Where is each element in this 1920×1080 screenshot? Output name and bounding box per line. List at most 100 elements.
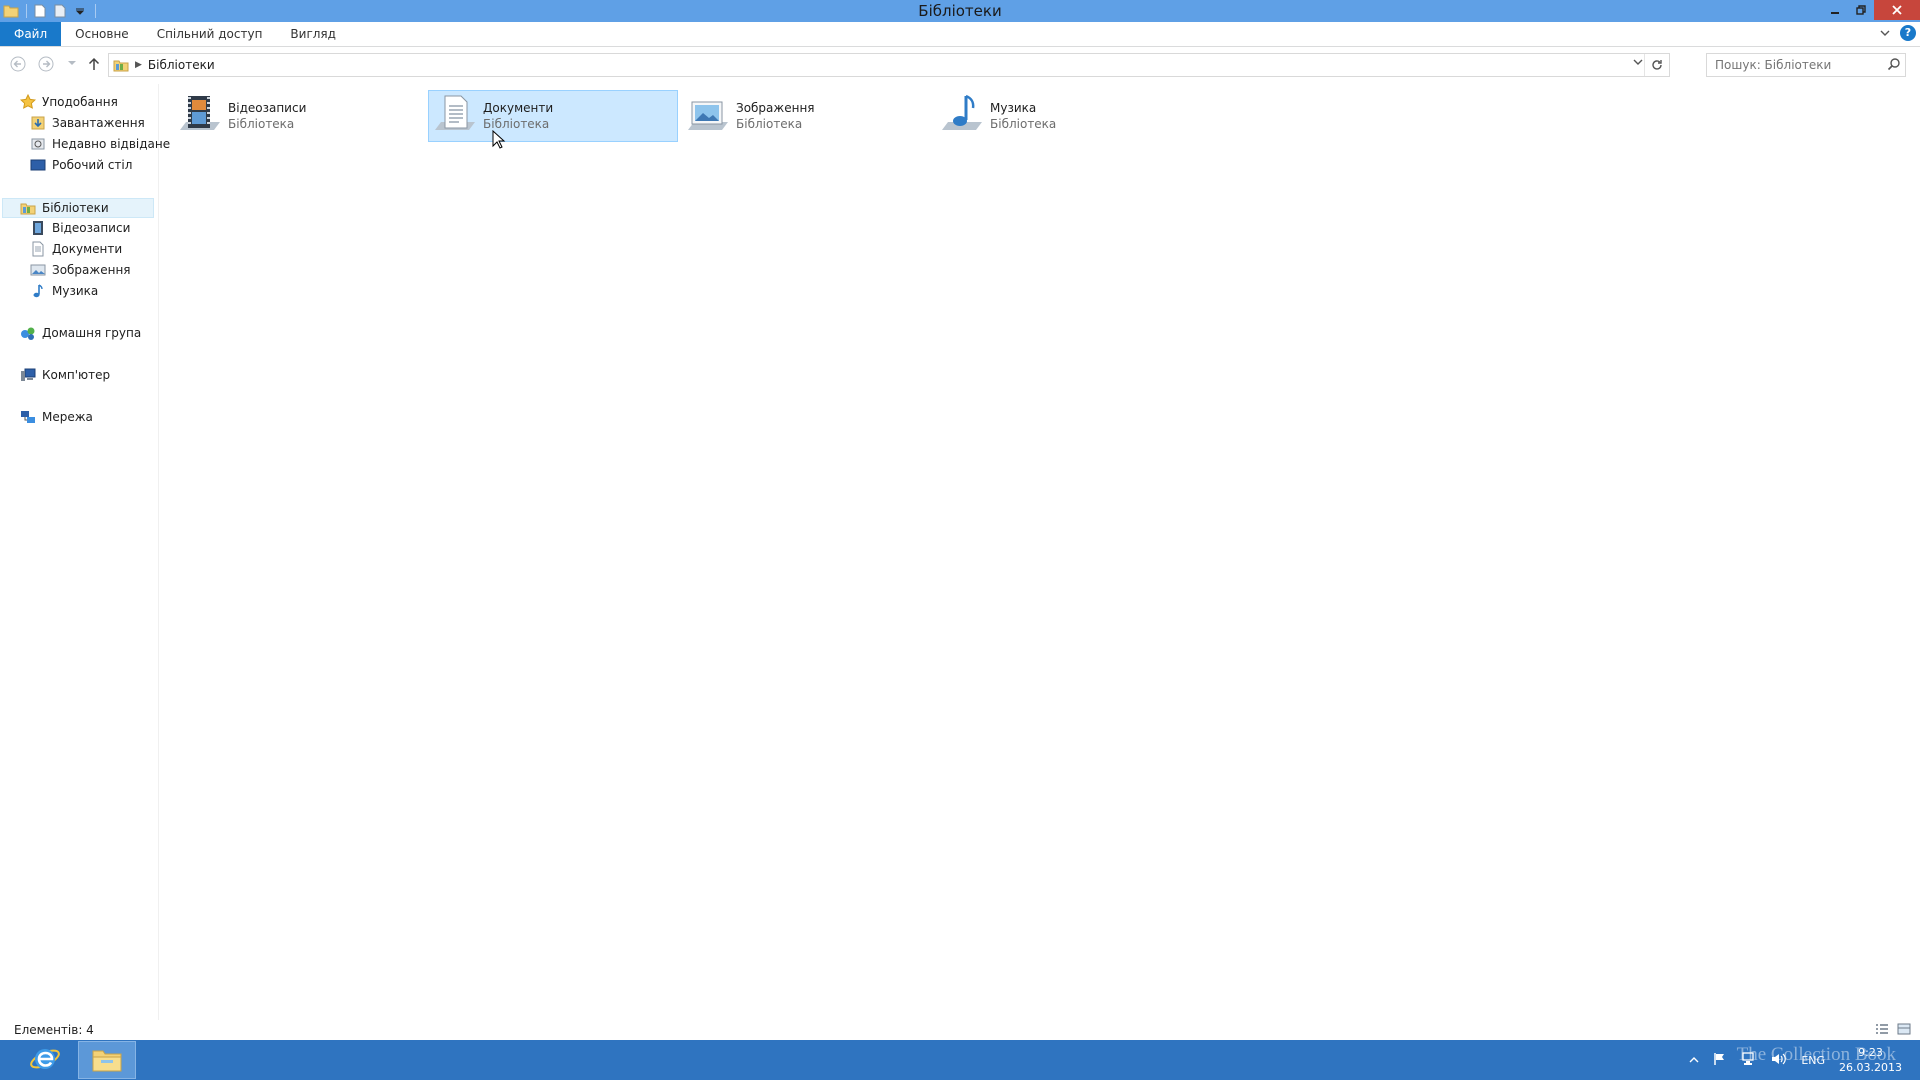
- file-explorer-icon: [91, 1045, 123, 1076]
- library-type: Бібліотека: [228, 117, 295, 131]
- view-switcher: [1874, 1022, 1912, 1036]
- nav-desktop-label: Робочий стіл: [52, 158, 133, 172]
- star-icon: [20, 94, 36, 110]
- videos-library-icon: [174, 90, 226, 142]
- library-tile-documents[interactable]: Документи Бібліотека: [428, 90, 678, 142]
- taskbar-file-explorer[interactable]: [78, 1041, 136, 1079]
- tab-share[interactable]: Спільний доступ: [143, 22, 277, 46]
- nav-network[interactable]: Мережа: [20, 407, 93, 427]
- details-view-icon[interactable]: [1874, 1022, 1890, 1036]
- nav-recent-places[interactable]: Недавно відвідане: [30, 134, 170, 154]
- pictures-icon: [30, 262, 46, 278]
- status-bar: Елементів: 4: [0, 1020, 1920, 1040]
- pictures-library-icon: [682, 90, 734, 142]
- nav-libraries[interactable]: Бібліотеки: [2, 198, 154, 218]
- libraries-icon: [113, 58, 129, 72]
- up-button[interactable]: [84, 54, 104, 74]
- nav-desktop[interactable]: Робочий стіл: [30, 155, 132, 175]
- large-icons-view-icon[interactable]: [1896, 1022, 1912, 1036]
- taskbar-internet-explorer[interactable]: [16, 1041, 74, 1079]
- window-controls: [1822, 0, 1920, 20]
- navigation-row: ▶ Бібліотеки: [0, 50, 1920, 78]
- nav-documents-label: Документи: [52, 242, 123, 256]
- library-name: Зображення: [736, 101, 815, 115]
- downloads-icon: [30, 115, 46, 131]
- library-type: Бібліотека: [990, 117, 1057, 131]
- system-tray: ENG 9:23 26.03.2013: [1689, 1040, 1902, 1080]
- search-icon[interactable]: [1887, 57, 1901, 74]
- nav-recent-places-label: Недавно відвідане: [52, 137, 171, 151]
- nav-documents[interactable]: Документи: [30, 239, 122, 259]
- tab-view[interactable]: Вигляд: [276, 22, 350, 46]
- search-input[interactable]: [1713, 54, 1887, 76]
- input-language-indicator[interactable]: ENG: [1801, 1054, 1825, 1067]
- tab-file[interactable]: Файл: [0, 22, 62, 46]
- library-tile-pictures[interactable]: Зображення Бібліотека: [682, 90, 932, 142]
- breadcrumb-libraries[interactable]: Бібліотеки: [148, 58, 215, 72]
- clock-time: 9:23: [1858, 1046, 1883, 1059]
- window-title: Бібліотеки: [918, 2, 1002, 20]
- network-tray-icon[interactable]: [1741, 1051, 1757, 1069]
- nav-pictures[interactable]: Зображення: [30, 260, 131, 280]
- file-list: Відеозаписи Бібліотека Документи Бібліот…: [160, 84, 1920, 1020]
- title-bar: Бібліотеки: [0, 0, 1920, 22]
- restore-button[interactable]: [1848, 0, 1874, 20]
- item-count: Елементів: 4: [14, 1023, 94, 1037]
- music-icon: [30, 283, 46, 299]
- recent-places-icon: [30, 136, 46, 152]
- address-history-icon[interactable]: [1633, 58, 1643, 69]
- close-button[interactable]: [1874, 0, 1920, 20]
- library-type: Бібліотека: [736, 117, 803, 131]
- library-name: Документи: [483, 101, 554, 115]
- action-center-flag-icon[interactable]: [1713, 1052, 1727, 1069]
- expand-ribbon-icon[interactable]: [1880, 26, 1890, 40]
- nav-music[interactable]: Музика: [30, 281, 98, 301]
- customize-toolbar-icon[interactable]: [71, 2, 89, 20]
- help-icon[interactable]: ?: [1900, 25, 1916, 41]
- new-folder-icon[interactable]: [51, 2, 69, 20]
- nav-homegroup[interactable]: Домашня група: [20, 323, 141, 343]
- volume-icon[interactable]: [1771, 1052, 1787, 1069]
- folder-icon[interactable]: [2, 2, 20, 20]
- ribbon-tab-bar: Файл Основне Спільний доступ Вигляд ?: [0, 22, 1920, 47]
- nav-homegroup-label: Домашня група: [42, 326, 142, 340]
- nav-libraries-label: Бібліотеки: [42, 201, 109, 215]
- nav-music-label: Музика: [52, 284, 99, 298]
- library-name: Музика: [990, 101, 1037, 115]
- documents-icon: [30, 241, 46, 257]
- library-tile-videos[interactable]: Відеозаписи Бібліотека: [174, 90, 424, 142]
- minimize-button[interactable]: [1822, 0, 1848, 20]
- libraries-icon: [20, 200, 36, 216]
- nav-computer[interactable]: Комп'ютер: [20, 365, 110, 385]
- show-hidden-icons-icon[interactable]: [1689, 1053, 1699, 1067]
- library-tile-music[interactable]: Музика Бібліотека: [936, 90, 1186, 142]
- tab-home[interactable]: Основне: [61, 22, 143, 46]
- search-box: [1706, 53, 1906, 77]
- internet-explorer-icon: [29, 1043, 61, 1078]
- refresh-button[interactable]: [1644, 54, 1669, 76]
- back-button[interactable]: [8, 54, 28, 74]
- recent-locations-icon[interactable]: [62, 54, 82, 74]
- nav-downloads-label: Завантаження: [52, 116, 145, 130]
- ribbon-right-controls: ?: [1880, 25, 1916, 41]
- navigation-pane: Уподобання Завантаження Недавно відвідан…: [0, 84, 170, 1020]
- nav-network-label: Мережа: [42, 410, 93, 424]
- computer-icon: [20, 367, 36, 383]
- nav-computer-label: Комп'ютер: [42, 368, 111, 382]
- network-icon: [20, 409, 36, 425]
- nav-videos[interactable]: Відеозаписи: [30, 218, 130, 238]
- clock[interactable]: 9:23 26.03.2013: [1839, 1045, 1902, 1075]
- breadcrumb-separator-icon[interactable]: ▶: [135, 60, 142, 70]
- nav-videos-label: Відеозаписи: [52, 221, 131, 235]
- nav-downloads[interactable]: Завантаження: [30, 113, 145, 133]
- clock-date: 26.03.2013: [1839, 1061, 1902, 1074]
- nav-favorites-label: Уподобання: [42, 95, 118, 109]
- nav-favorites[interactable]: Уподобання: [20, 92, 118, 112]
- toolbar-separator: [26, 4, 27, 18]
- properties-icon[interactable]: [31, 2, 49, 20]
- taskbar: The Collection Book ENG 9:23 26.03.2013: [0, 1040, 1920, 1080]
- music-library-icon: [936, 90, 988, 142]
- forward-button[interactable]: [36, 54, 56, 74]
- address-bar[interactable]: ▶ Бібліотеки: [108, 53, 1670, 77]
- nav-pictures-label: Зображення: [52, 263, 131, 277]
